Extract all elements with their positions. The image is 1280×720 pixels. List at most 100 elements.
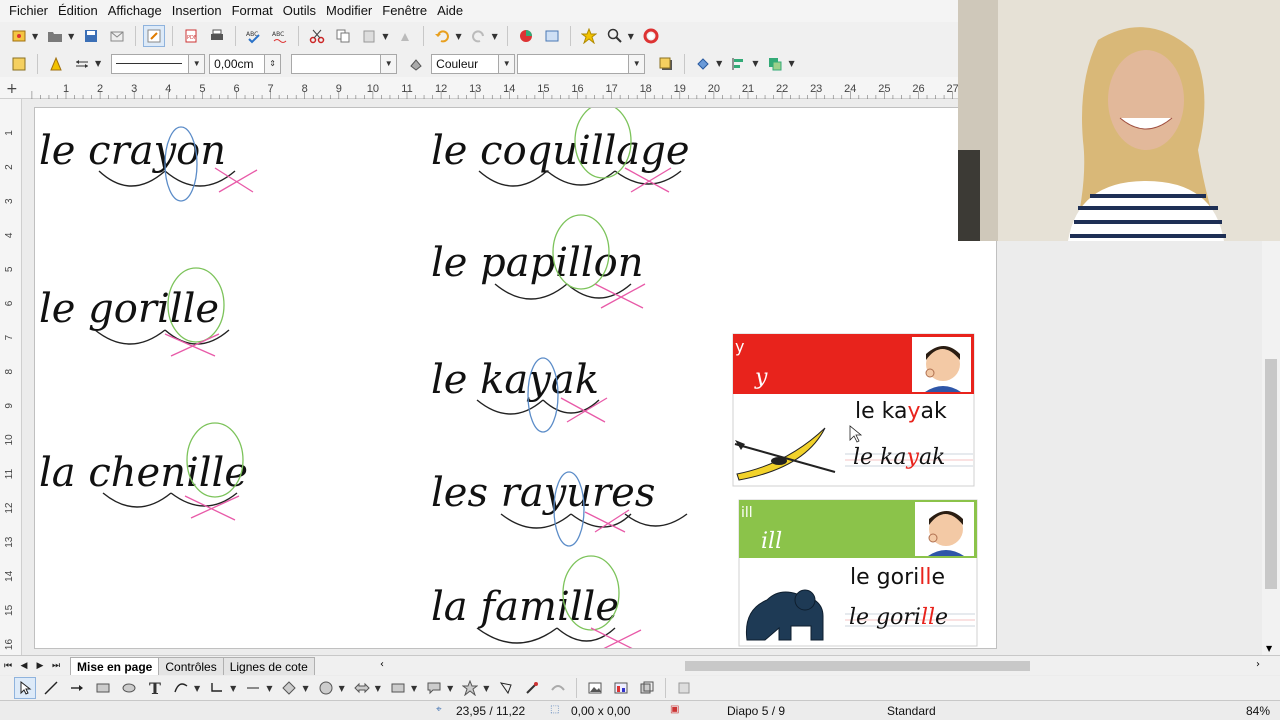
help-icon[interactable] [640,25,662,47]
open-folder-icon[interactable] [44,25,66,47]
card-ill[interactable]: ill ill le gorille le gorille [738,499,978,647]
document-modified-icon[interactable]: ▣ [670,704,679,715]
tab-mise-en-page[interactable]: Mise en page [70,656,160,675]
menu-insertion[interactable]: Insertion [167,0,227,22]
next-tab-icon[interactable]: ▶ [32,658,48,674]
ruler-origin-icon[interactable]: + [6,81,18,97]
chevron-down-icon[interactable]: ▼ [194,684,200,693]
text-tool-icon[interactable]: T [144,677,166,699]
points-icon[interactable] [495,677,517,699]
slide-pane-icon[interactable] [8,53,30,75]
paste-icon[interactable] [358,25,380,47]
image-icon[interactable] [584,677,606,699]
line-width-field[interactable]: 0,00cm ⇕ [209,53,282,74]
connector-icon[interactable] [206,677,228,699]
stars-icon[interactable] [459,677,481,699]
redo-icon[interactable] [468,25,490,47]
menu-aide[interactable]: Aide [432,0,468,22]
autospell-icon[interactable]: ABC [269,25,291,47]
chevron-down-icon[interactable]: ▼ [380,54,397,73]
chevron-down-icon[interactable]: ▼ [483,684,489,693]
word-gorille[interactable]: le gorille [39,286,219,332]
shadow-icon[interactable] [655,53,677,75]
chevron-down-icon[interactable]: ▼ [302,684,308,693]
zoom-icon[interactable] [604,25,626,47]
cut-icon[interactable] [306,25,328,47]
chart-icon[interactable] [515,25,537,47]
lines-arrows-icon[interactable] [242,677,264,699]
word-famille[interactable]: la famille [431,584,619,630]
scroll-down-icon[interactable]: ▼ [1266,644,1272,653]
word-crayon[interactable]: le crayon [39,128,226,174]
styles-icon[interactable] [45,53,67,75]
word-coquillage[interactable]: le coquillage [431,128,690,174]
curve-icon[interactable] [170,677,192,699]
line-color-select[interactable]: ▼ [291,53,398,74]
horizontal-ruler[interactable]: 1 2 3 4 5 6 7 8 9 10 11 12 13 14 15 16 17 18 19 20 21 22 23 24 2… [0,77,960,99]
basic-shapes-icon[interactable] [278,677,300,699]
spinner-icon[interactable]: ⇕ [264,54,281,73]
rotate-icon[interactable] [692,53,714,75]
horizontal-scrollbar[interactable]: ‹ › [380,659,1260,673]
line-icon[interactable] [40,677,62,699]
fontwork-icon[interactable] [547,677,569,699]
menu-outils[interactable]: Outils [278,0,321,22]
area-style-select[interactable]: Couleur ▼ [431,53,516,74]
chevron-down-icon[interactable]: ▼ [628,32,634,41]
scroll-right-icon[interactable]: › [1256,659,1260,670]
save-icon[interactable] [80,25,102,47]
copy-icon[interactable] [332,25,354,47]
shadow-toggle-icon[interactable] [673,677,695,699]
chevron-down-icon[interactable]: ▼ [498,54,515,73]
scroll-left-icon[interactable]: ‹ [380,659,384,670]
vertical-scroll-thumb[interactable] [1265,359,1277,589]
chevron-down-icon[interactable]: ▼ [752,59,758,68]
chevron-down-icon[interactable]: ▼ [492,32,498,41]
print-icon[interactable] [206,25,228,47]
menu-modifier[interactable]: Modifier [321,0,377,22]
word-rayures[interactable]: les rayures [431,470,655,516]
flowchart-icon[interactable] [387,677,409,699]
tab-lignes-de-cote[interactable]: Lignes de cote [222,656,315,675]
first-tab-icon[interactable]: ⏮ [0,658,16,674]
menu-affichage[interactable]: Affichage [103,0,167,22]
chevron-down-icon[interactable]: ▼ [788,59,794,68]
chevron-down-icon[interactable]: ▼ [447,684,453,693]
chart-insert-icon[interactable] [610,677,632,699]
menu-edition[interactable]: Édition [53,0,103,22]
undo-icon[interactable] [431,25,453,47]
email-icon[interactable] [106,25,128,47]
prev-tab-icon[interactable]: ◀ [16,658,32,674]
symbol-shapes-icon[interactable] [315,677,337,699]
glue-points-icon[interactable] [521,677,543,699]
horizontal-scroll-thumb[interactable] [685,661,1030,671]
chevron-down-icon[interactable]: ▼ [716,59,722,68]
align-icon[interactable] [728,53,750,75]
chevron-down-icon[interactable]: ▼ [188,54,205,73]
line-style-select[interactable]: ▼ [111,53,206,74]
arrow-line-icon[interactable] [66,677,88,699]
chevron-down-icon[interactable]: ▼ [230,684,236,693]
word-chenille[interactable]: la chenille [39,450,248,496]
navigator-icon[interactable] [578,25,600,47]
select-arrow-icon[interactable] [14,677,36,699]
word-papillon[interactable]: le papillon [431,240,643,286]
card-y[interactable]: y y le kayak le kayak [732,333,975,487]
insert-object-icon[interactable] [541,25,563,47]
menu-fichier[interactable]: Fichier [4,0,53,22]
chevron-down-icon[interactable]: ▼ [628,54,645,73]
ellipse-icon[interactable] [118,677,140,699]
chevron-down-icon[interactable]: ▼ [375,684,381,693]
slide-canvas[interactable]: le crayon le gorille la chenille le coqu… [34,107,997,649]
menu-fenetre[interactable]: Fenêtre [377,0,432,22]
edit-mode-icon[interactable] [143,25,166,47]
chevron-down-icon[interactable]: ▼ [382,32,388,41]
export-pdf-icon[interactable]: PDF [180,25,202,47]
block-arrows-icon[interactable] [351,677,373,699]
area-icon[interactable] [405,53,427,75]
chevron-down-icon[interactable]: ▼ [266,684,272,693]
chevron-down-icon[interactable]: ▼ [411,684,417,693]
clone-format-icon[interactable] [394,25,416,47]
menu-format[interactable]: Format [227,0,278,22]
area-fill-select[interactable]: ▼ [517,53,646,74]
